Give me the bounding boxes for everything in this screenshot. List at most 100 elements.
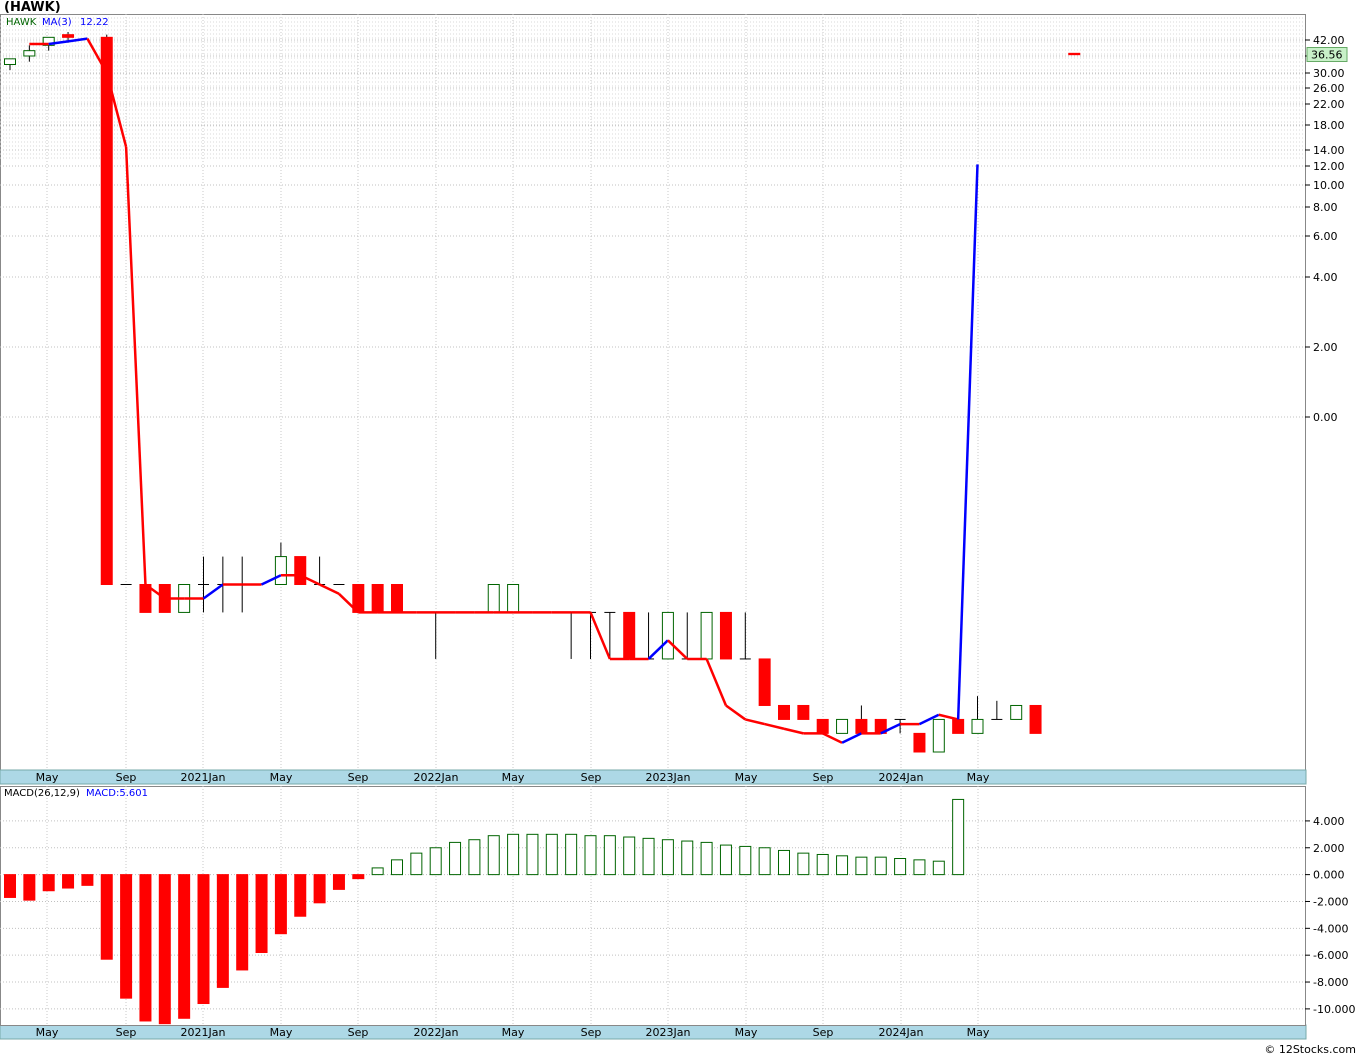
candle-up — [4, 58, 16, 65]
macd-bar-positive — [507, 833, 520, 876]
macd-panel: 4.000 2.000 0.000 -2.000 -4.000 -6.000 -8.000 -… — [0, 786, 1355, 1026]
price-x-label: 2021Jan — [181, 771, 226, 784]
macd-bar-positive — [700, 841, 713, 876]
macd-bar-negative — [120, 874, 133, 999]
legend-symbol: HAWK — [6, 17, 37, 28]
macd-bar-positive — [758, 847, 771, 876]
macd-bar-positive — [952, 798, 965, 876]
macd-tick-label: 4.000 — [1313, 815, 1345, 828]
macd-legend-name: MACD(26,12,9) — [4, 788, 80, 799]
candle-up — [700, 611, 713, 660]
macd-bar-positive — [739, 845, 752, 876]
macd-x-label: Sep — [813, 1026, 834, 1039]
macd-tick-label: -8.000 — [1313, 976, 1348, 989]
macd-bar-negative — [178, 874, 191, 1019]
price-x-label: Sep — [116, 771, 137, 784]
macd-x-label: Sep — [348, 1026, 369, 1039]
macd-bar-negative — [62, 874, 75, 889]
price-x-label: May — [270, 771, 293, 784]
macd-tick-label: -2.000 — [1313, 895, 1348, 908]
candle-down — [1029, 704, 1042, 734]
macd-bar-negative — [23, 874, 36, 901]
macd-bar-positive — [371, 867, 384, 876]
price-x-label: 2022Jan — [414, 771, 459, 784]
macd-bar-positive — [449, 841, 462, 876]
candle-down — [952, 718, 965, 734]
candle-down — [855, 718, 868, 734]
macd-bar-negative — [139, 874, 152, 1022]
macd-bar-negative — [42, 874, 55, 892]
macd-bar-negative — [274, 874, 287, 935]
macd-bar-positive — [894, 858, 907, 876]
candle-down — [797, 704, 810, 720]
candle-down — [100, 36, 113, 586]
candle-down — [719, 611, 732, 660]
macd-x-label: 2024Jan — [879, 1026, 924, 1039]
macd-bar-positive — [391, 859, 403, 876]
price-x-label: May — [502, 771, 525, 784]
price-tick-label: 2.00 — [1313, 341, 1338, 354]
legend-ma-label: MA(3) — [42, 17, 72, 28]
macd-bar-positive — [797, 852, 810, 876]
macd-x-label: 2023Jan — [646, 1026, 691, 1039]
macd-tick-label: 2.000 — [1313, 842, 1345, 855]
macd-x-label: Sep — [581, 1026, 602, 1039]
macd-tick-label: -10.000 — [1313, 1003, 1355, 1016]
macd-tick-label: 0.000 — [1313, 869, 1345, 882]
macd-bar-positive — [874, 856, 887, 876]
macd-bar-positive — [816, 853, 829, 876]
candle-down — [1068, 52, 1081, 56]
macd-x-label: 2022Jan — [414, 1026, 459, 1039]
macd-bar-negative — [294, 874, 307, 917]
price-tick-label: 18.00 — [1313, 119, 1345, 132]
macd-bar-positive — [468, 839, 481, 876]
macd-bar-positive — [836, 855, 849, 876]
macd-bar-positive — [778, 849, 790, 876]
chart-canvas: 42.0036.0030.0026.0022.0018.0014.0012.00… — [0, 14, 1355, 1040]
candle-down — [816, 718, 829, 734]
macd-bar-positive — [584, 835, 597, 876]
macd-x-label: 2021Jan — [181, 1026, 226, 1039]
price-plot-frame — [0, 14, 1306, 771]
price-tick-label: 6.00 — [1313, 230, 1338, 243]
price-x-label: 2023Jan — [646, 771, 691, 784]
price-tick-label: 14.00 — [1313, 144, 1345, 157]
macd-bar-positive — [410, 852, 423, 876]
macd-bar-positive — [932, 860, 945, 876]
legend-ma-value: 12.22 — [80, 17, 109, 28]
price-x-label: May — [36, 771, 59, 784]
macd-bar-positive — [719, 844, 732, 876]
candle-up — [1010, 704, 1023, 720]
macd-bar-positive — [487, 835, 500, 876]
macd-x-label: May — [36, 1026, 59, 1039]
macd-bar-positive — [545, 833, 558, 876]
candle-down — [623, 611, 636, 660]
macd-bar-negative — [255, 874, 268, 953]
candle-up — [836, 718, 849, 734]
macd-tick-label: -4.000 — [1313, 922, 1348, 935]
macd-bar-negative — [158, 874, 171, 1025]
price-tick-label: 30.00 — [1313, 67, 1345, 80]
macd-bar-positive — [661, 839, 674, 876]
candle-up — [507, 584, 520, 613]
macd-x-label: May — [967, 1026, 990, 1039]
macd-tick-label: -6.000 — [1313, 949, 1348, 962]
price-tick-label: 8.00 — [1313, 201, 1338, 214]
macd-bar-negative — [352, 874, 365, 880]
macd-bar-negative — [4, 874, 16, 898]
price-tick-label: 0.00 — [1313, 411, 1338, 424]
price-x-label: Sep — [348, 771, 369, 784]
macd-bar-positive — [526, 833, 539, 876]
candle-down — [913, 732, 926, 753]
macd-bar-negative — [313, 874, 326, 904]
macd-x-label: May — [270, 1026, 293, 1039]
candle-up — [23, 50, 36, 57]
macd-bar-positive — [913, 859, 926, 876]
macd-bar-positive — [603, 835, 616, 876]
price-x-label: May — [967, 771, 990, 784]
macd-bar-positive — [855, 856, 868, 876]
candle-up — [971, 718, 984, 734]
macd-bar-negative — [332, 874, 345, 890]
macd-bar-positive — [642, 837, 655, 876]
macd-bar-positive — [565, 833, 578, 876]
